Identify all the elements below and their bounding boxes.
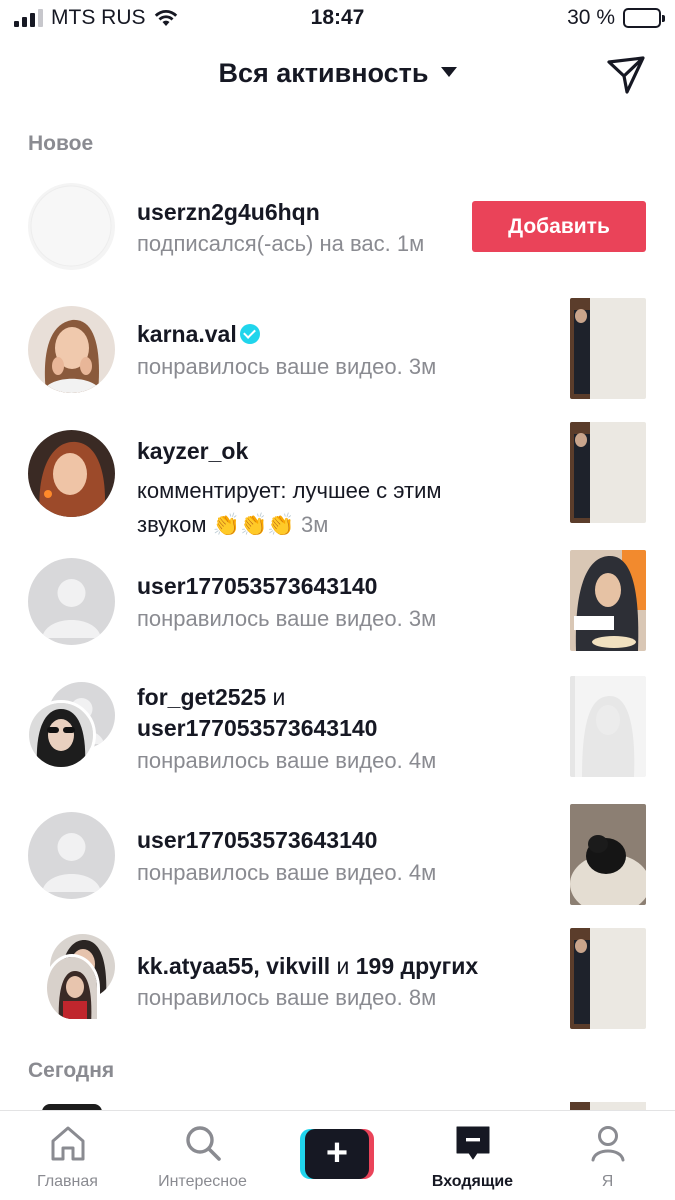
follow-back-button[interactable]: Добавить bbox=[472, 201, 646, 252]
video-thumbnail[interactable] bbox=[570, 298, 646, 399]
avatar[interactable] bbox=[28, 183, 115, 270]
activity-text: подписался(-ась) на вас. 1м bbox=[137, 231, 425, 256]
username[interactable]: kayzer_ok bbox=[137, 438, 248, 465]
username[interactable]: user177053573643140 bbox=[137, 827, 377, 854]
section-today: Сегодня bbox=[28, 1059, 115, 1082]
video-thumbnail[interactable] bbox=[570, 928, 646, 1029]
page-title: Вся активность bbox=[218, 58, 429, 88]
default-avatar-icon[interactable] bbox=[28, 812, 115, 899]
profile-icon bbox=[591, 1126, 624, 1162]
tab-bar: Главная Интересное + Входящие Я bbox=[0, 1110, 675, 1200]
header: Вся активность bbox=[0, 50, 675, 102]
status-bar: MTS RUS 18:47 30 % bbox=[0, 0, 675, 40]
verified-badge-icon bbox=[239, 323, 260, 344]
username[interactable]: user177053573643140 bbox=[137, 715, 377, 742]
battery: 30 % bbox=[567, 6, 665, 30]
default-avatar-icon[interactable] bbox=[28, 558, 115, 645]
activity-text: понравилось ваше видео. 3м bbox=[137, 354, 437, 379]
username[interactable]: userzn2g4u6hqn bbox=[137, 199, 320, 226]
tab-label: Я bbox=[601, 1173, 614, 1190]
avatar[interactable] bbox=[26, 700, 96, 770]
tab-inbox[interactable]: Входящие bbox=[405, 1111, 540, 1200]
caret-down-icon bbox=[440, 66, 457, 77]
avatar[interactable] bbox=[28, 430, 115, 517]
home-icon bbox=[51, 1126, 84, 1161]
video-thumbnail[interactable] bbox=[570, 804, 646, 905]
tab-profile[interactable]: Я bbox=[540, 1111, 675, 1200]
activity-filter-dropdown[interactable]: Вся активность bbox=[0, 58, 675, 89]
username-group[interactable]: kk.atyaa55, vikvill и 199 других bbox=[137, 953, 478, 980]
video-thumbnail[interactable] bbox=[570, 550, 646, 651]
tab-label: Главная bbox=[37, 1173, 98, 1190]
battery-icon bbox=[623, 8, 665, 28]
tab-discover[interactable]: Интересное bbox=[135, 1111, 270, 1200]
battery-percent: 30 % bbox=[567, 6, 615, 29]
avatar[interactable] bbox=[44, 954, 100, 1022]
direct-message-icon[interactable] bbox=[605, 54, 647, 96]
video-thumbnail[interactable] bbox=[570, 422, 646, 523]
create-video-button[interactable]: + bbox=[300, 1129, 374, 1179]
tab-home[interactable]: Главная bbox=[0, 1111, 135, 1200]
search-icon bbox=[185, 1126, 221, 1161]
comment-text: комментирует: лучшее с этим звуком 👏👏👏 3… bbox=[137, 478, 442, 537]
inbox-icon bbox=[456, 1126, 489, 1160]
username[interactable]: karna.val bbox=[137, 321, 260, 348]
tab-label: Интересное bbox=[158, 1173, 247, 1190]
tab-label: Входящие bbox=[431, 1173, 514, 1190]
username[interactable]: user177053573643140 bbox=[137, 573, 377, 600]
activity-text: понравилось ваше видео. 3м bbox=[137, 606, 437, 631]
avatar[interactable] bbox=[28, 306, 115, 393]
activity-text: понравилось ваше видео. 4м bbox=[137, 748, 437, 773]
username-pair[interactable]: for_get2525 и bbox=[137, 684, 285, 711]
video-thumbnail[interactable] bbox=[570, 676, 646, 777]
activity-text: понравилось ваше видео. 4м bbox=[137, 860, 437, 885]
activity-text: понравилось ваше видео. 8м bbox=[137, 985, 437, 1010]
section-new: Новое bbox=[28, 132, 94, 155]
plus-icon: + bbox=[305, 1129, 369, 1179]
